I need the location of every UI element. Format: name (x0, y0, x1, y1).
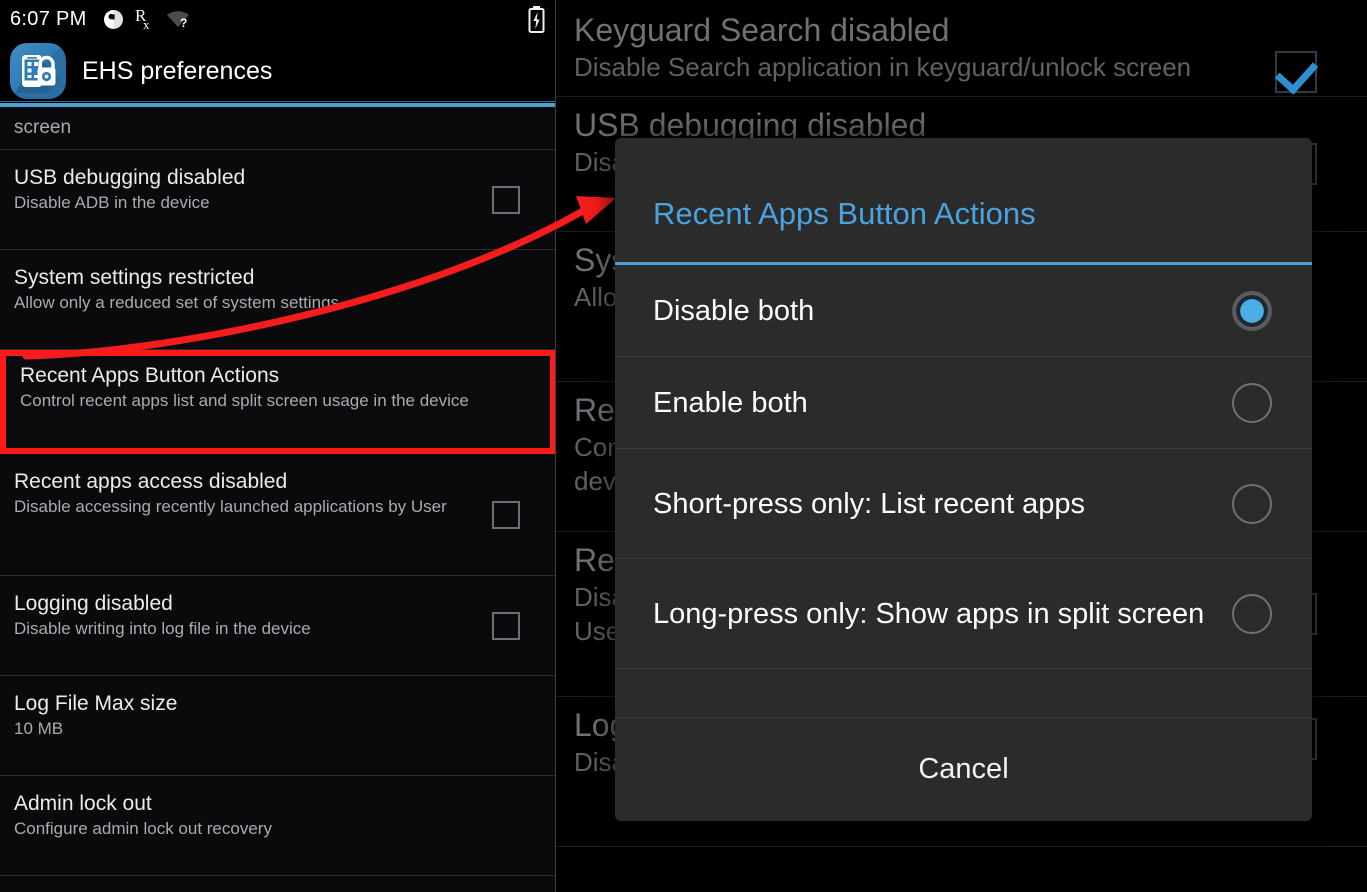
dialog-option-label: Short-press only: List recent apps (653, 487, 1085, 520)
list-item-title: System settings restricted (14, 266, 255, 289)
list-item-title: Admin lock out (14, 792, 152, 815)
list-item-title: USB debugging disabled (14, 166, 246, 189)
list-item-system-settings-restricted[interactable]: System settings restricted Allow only a … (0, 250, 555, 350)
battery-charging-icon (528, 5, 545, 33)
svg-text:?: ? (180, 16, 187, 29)
list-item-summary: Configure admin lock out recovery (14, 819, 272, 838)
dialog-option-label: Enable both (653, 386, 808, 419)
screen-root: Keyguard Search disabled Disable Search … (0, 0, 1367, 892)
wifi-question-icon: ? (166, 11, 189, 29)
status-bar-clock: 6:07 PM (10, 7, 87, 30)
checkbox-unchecked-icon[interactable] (492, 185, 520, 214)
ehs-app-icon (10, 43, 66, 99)
list-item-partial[interactable]: screen (0, 107, 555, 150)
list-item-summary: Disable writing into log file in the dev… (14, 619, 311, 638)
prescription-rx-icon: R x (135, 7, 150, 31)
checkbox-unchecked-icon[interactable] (492, 500, 520, 529)
background-list-item-text: Keyguard Search disabled Disable Search … (574, 10, 1349, 84)
app-bar: EHS preferences (0, 38, 555, 104)
dialog-option-disable-both[interactable]: Disable both (615, 265, 1312, 357)
checkbox-unchecked-icon[interactable] (492, 611, 520, 640)
list-item-text: Admin lock out Configure admin lock out … (14, 790, 542, 840)
list-item-summary: Allow only a reduced set of system setti… (14, 293, 340, 312)
radio-unselected-icon[interactable] (1232, 593, 1272, 634)
list-item-text: USB debugging disabled Disable ADB in th… (14, 164, 542, 214)
list-item-title: Logging disabled (14, 592, 173, 615)
app-icon-glyph (16, 53, 60, 93)
list-item-admin-lock-out[interactable]: Admin lock out Configure admin lock out … (0, 776, 555, 876)
status-bar: 6:07 PM R x ? (0, 0, 555, 38)
dialog-option-long-press-only[interactable]: Long-press only: Show apps in split scre… (615, 559, 1312, 669)
background-list-item-title: Keyguard Search disabled (574, 12, 950, 48)
list-item-logging-disabled[interactable]: Logging disabled Disable writing into lo… (0, 576, 555, 676)
recent-apps-button-actions-dialog: Recent Apps Button Actions Disable both … (615, 138, 1312, 821)
list-item-recent-apps-access-disabled[interactable]: Recent apps access disabled Disable acce… (0, 454, 555, 576)
list-item-text: Log File Max size 10 MB (14, 690, 542, 740)
list-item-summary: Disable ADB in the device (14, 193, 210, 212)
radio-selected-icon[interactable] (1232, 290, 1272, 331)
list-item-summary: screen (14, 117, 72, 138)
checkbox-checked-icon[interactable] (1275, 51, 1317, 93)
dialog-option-short-press-only[interactable]: Short-press only: List recent apps (615, 449, 1312, 559)
list-item-summary: Control recent apps list and split scree… (20, 391, 469, 410)
dialog-title: Recent Apps Button Actions (653, 196, 1036, 231)
background-list-item-summary: Disable Search application in keyguard/u… (574, 52, 1192, 82)
list-item-text: Recent apps access disabled Disable acce… (14, 468, 542, 518)
list-item-text: Logging disabled Disable writing into lo… (14, 590, 542, 640)
list-item-recent-apps-button-actions[interactable]: Recent Apps Button Actions Control recen… (0, 350, 555, 454)
dialog-options-list: Disable both Enable both Short-press onl… (615, 265, 1312, 717)
dialog-option-label: Disable both (653, 294, 815, 327)
app-bar-accent-rule (0, 101, 555, 107)
svg-text:x: x (143, 17, 150, 31)
dialog-option-enable-both[interactable]: Enable both (615, 357, 1312, 449)
app-title: EHS preferences (82, 56, 273, 85)
list-item-usb-debugging[interactable]: USB debugging disabled Disable ADB in th… (0, 150, 555, 250)
list-item-title: Recent Apps Button Actions (20, 364, 280, 387)
radio-unselected-icon[interactable] (1232, 382, 1272, 423)
list-item-log-file-max-size[interactable]: Log File Max size 10 MB (0, 676, 555, 776)
cancel-button[interactable]: Cancel (615, 717, 1312, 821)
list-item-summary: 10 MB (14, 719, 64, 738)
dialog-option-label: Long-press only: Show apps in split scre… (653, 597, 1205, 630)
background-list-item[interactable]: Keyguard Search disabled Disable Search … (556, 0, 1367, 97)
left-preferences-panel: 6:07 PM R x ? EHS preferences screen USB… (0, 0, 556, 892)
list-item-text: System settings restricted Allow only a … (14, 264, 542, 314)
radio-unselected-icon[interactable] (1232, 483, 1272, 524)
list-item-summary: Disable accessing recently launched appl… (14, 497, 447, 516)
list-item-title: Log File Max size (14, 692, 178, 715)
list-item-text: screen (14, 107, 542, 139)
preferences-list[interactable]: screen USB debugging disabled Disable AD… (0, 107, 555, 892)
list-item-title: Recent apps access disabled (14, 470, 288, 493)
status-bar-icons: R x ? (103, 7, 192, 31)
list-item-text: Recent Apps Button Actions Control recen… (20, 362, 536, 412)
do-not-disturb-icon (103, 9, 123, 29)
